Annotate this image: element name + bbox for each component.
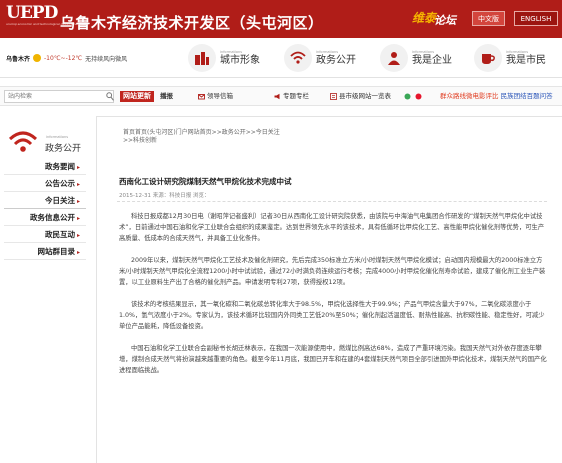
nav-cn-label: 政务公开 bbox=[316, 54, 356, 66]
notice-item-quiz[interactable]: 民族团结百题问答 bbox=[501, 92, 553, 100]
building-icon bbox=[188, 44, 216, 72]
sidebar-item-announcements[interactable]: 公告公示 ▸ bbox=[4, 175, 86, 192]
article-panel: 首页首页(头屯河区)门户网站首页>>政务公开>>今日关注>>科技创新 西南化工设… bbox=[96, 116, 562, 463]
list-icon bbox=[330, 93, 337, 100]
special-topics-label: 专题专栏 bbox=[283, 92, 309, 100]
forum-badge-part-1: 维泰 bbox=[412, 11, 437, 25]
sidebar-title: 政务公开 bbox=[45, 144, 82, 154]
sidebar-item-today-focus[interactable]: 今日关注 ▸ bbox=[4, 192, 86, 209]
special-topics-link[interactable]: 专题专栏 bbox=[274, 91, 309, 102]
nav-i-am-citizen[interactable]: informations 我是市民 bbox=[474, 41, 546, 75]
chevron-right-icon: ▸ bbox=[76, 164, 80, 171]
site-update-broadcast-link[interactable]: 播报 bbox=[160, 91, 173, 102]
article-paragraph: 中国石油和化学工业联合会副秘书长胡迁林表示，在我国一次能源使用中，燃煤比例高达6… bbox=[119, 345, 547, 374]
site-header: UEPD urumqi economic and technological d… bbox=[0, 0, 562, 38]
sidebar-item-label: 政务信息公开 bbox=[29, 213, 75, 222]
weather-widget: 乌鲁木齐 -10℃~-12℃ 无持续风向微风 bbox=[6, 48, 127, 68]
cup-icon bbox=[474, 44, 502, 72]
leader-mailbox-label: 领导信箱 bbox=[207, 92, 233, 100]
sidebar-item-interaction[interactable]: 政民互动 ▸ bbox=[4, 226, 86, 243]
sidebar-item-label: 政民互动 bbox=[44, 230, 75, 239]
wechat-icon bbox=[404, 93, 411, 100]
nav-city-image[interactable]: informations 城市形象 bbox=[188, 41, 260, 75]
mail-icon bbox=[198, 94, 205, 100]
county-sites-label: 县市级网站一览表 bbox=[339, 92, 391, 100]
search-input[interactable] bbox=[5, 91, 105, 102]
wifi-icon bbox=[284, 44, 312, 72]
sun-icon bbox=[33, 54, 42, 62]
divider bbox=[117, 201, 547, 202]
site-title: 乌鲁木齐经济技术开发区（头屯河区） bbox=[60, 14, 324, 32]
wifi-icon bbox=[8, 131, 38, 152]
weibo-link[interactable] bbox=[415, 91, 422, 102]
megaphone-icon bbox=[274, 93, 280, 100]
article-meta: 2015-12-31 来源：科技日报 浏览： bbox=[119, 193, 210, 199]
chevron-right-icon: ▸ bbox=[76, 198, 80, 205]
chevron-right-icon: ▸ bbox=[76, 215, 80, 222]
weibo-icon bbox=[415, 93, 422, 100]
sidebar-item-site-directory[interactable]: 网站群目录 ▸ bbox=[4, 243, 86, 260]
lang-english-button[interactable]: ENGLISH bbox=[514, 11, 558, 26]
search-icon[interactable] bbox=[106, 92, 114, 101]
leader-mailbox-link[interactable]: 领导信箱 bbox=[198, 91, 233, 102]
search-box bbox=[4, 90, 114, 103]
article-paragraph: 该技术的考核结果显示，其一氧化碳和二氧化碳总转化率大于98.5%，甲烷化选择性大… bbox=[119, 301, 545, 330]
article-title: 西南化工设计研究院煤制天然气甲烷化技术完成中试 bbox=[119, 177, 292, 186]
forum-badge[interactable]: 维泰 论坛 bbox=[410, 6, 462, 32]
person-icon bbox=[380, 44, 408, 72]
wechat-link[interactable] bbox=[404, 91, 411, 102]
nav-i-am-enterprise[interactable]: informations 我是企业 bbox=[380, 41, 452, 75]
main-nav: 乌鲁木齐 -10℃~-12℃ 无持续风向微风 informations 城市形象… bbox=[0, 38, 562, 78]
article-paragraph: 科技日报成都12月30日电（谢昭萍记者盛利）记者30日从西南化工设计研究院获悉，… bbox=[119, 213, 545, 242]
sidebar-item-label: 今日关注 bbox=[44, 196, 75, 205]
sidebar-item-label: 政务要闻 bbox=[44, 162, 75, 171]
nav-cn-label: 我是市民 bbox=[506, 54, 546, 66]
sidebar-item-government-news[interactable]: 政务要闻 ▸ bbox=[4, 158, 86, 175]
lang-chinese-button[interactable]: 中文版 bbox=[472, 11, 505, 26]
chevron-right-icon: ▸ bbox=[76, 232, 80, 239]
sidebar-en-label: informations bbox=[46, 135, 69, 139]
nav-government-affairs[interactable]: informations 政务公开 bbox=[284, 41, 356, 75]
notice-item-film[interactable]: 群众路线微电影评比 bbox=[440, 92, 499, 100]
county-sites-link[interactable]: 县市级网站一览表 bbox=[330, 91, 391, 102]
logo-mark: UEPD bbox=[6, 3, 58, 23]
site-update-tag: 网站更新 bbox=[120, 91, 154, 102]
article-paragraph: 2009年以来，煤制天然气甲烷化工艺技术及催化剂研究，先后完成350标准立方米/… bbox=[119, 257, 546, 286]
chevron-right-icon: ▸ bbox=[76, 181, 80, 188]
weather-temp: -10℃~-12℃ bbox=[44, 54, 83, 62]
breadcrumb[interactable]: 首页首页(头屯河区)门户网站首页>>政务公开>>今日关注>>科技创新 bbox=[123, 129, 283, 145]
weather-place: 乌鲁木齐 bbox=[6, 55, 31, 63]
forum-badge-part-2: 论坛 bbox=[434, 14, 456, 27]
nav-cn-label: 我是企业 bbox=[412, 54, 452, 66]
utility-bar: 网站更新 播报 领导信箱 专题专栏 县市级网站一览表 微博 群众路线微电影评比 … bbox=[0, 86, 562, 106]
article-body: 科技日报成都12月30日电（谢昭萍记者盛利）记者30日从西南化工设计研究院获悉，… bbox=[119, 211, 547, 387]
weather-desc: 无持续风向微风 bbox=[85, 55, 128, 63]
site-logo[interactable]: UEPD urumqi economic and technological d… bbox=[6, 3, 89, 34]
sidebar-item-label: 网站群目录 bbox=[37, 247, 75, 256]
sidebar: informations 政务公开 政务要闻 ▸ 公告公示 ▸ 今日关注 ▸ 政务信息… bbox=[4, 124, 86, 260]
nav-cn-label: 城市形象 bbox=[220, 54, 260, 66]
sidebar-item-info-disclosure[interactable]: 政务信息公开 ▸ bbox=[4, 209, 86, 226]
chevron-right-icon: ▸ bbox=[76, 249, 80, 256]
scrolling-notice[interactable]: 群众路线微电影评比 民族团结百题问答 bbox=[440, 91, 562, 102]
sidebar-item-label: 公告公示 bbox=[44, 179, 75, 188]
sidebar-header: informations 政务公开 bbox=[4, 124, 86, 158]
